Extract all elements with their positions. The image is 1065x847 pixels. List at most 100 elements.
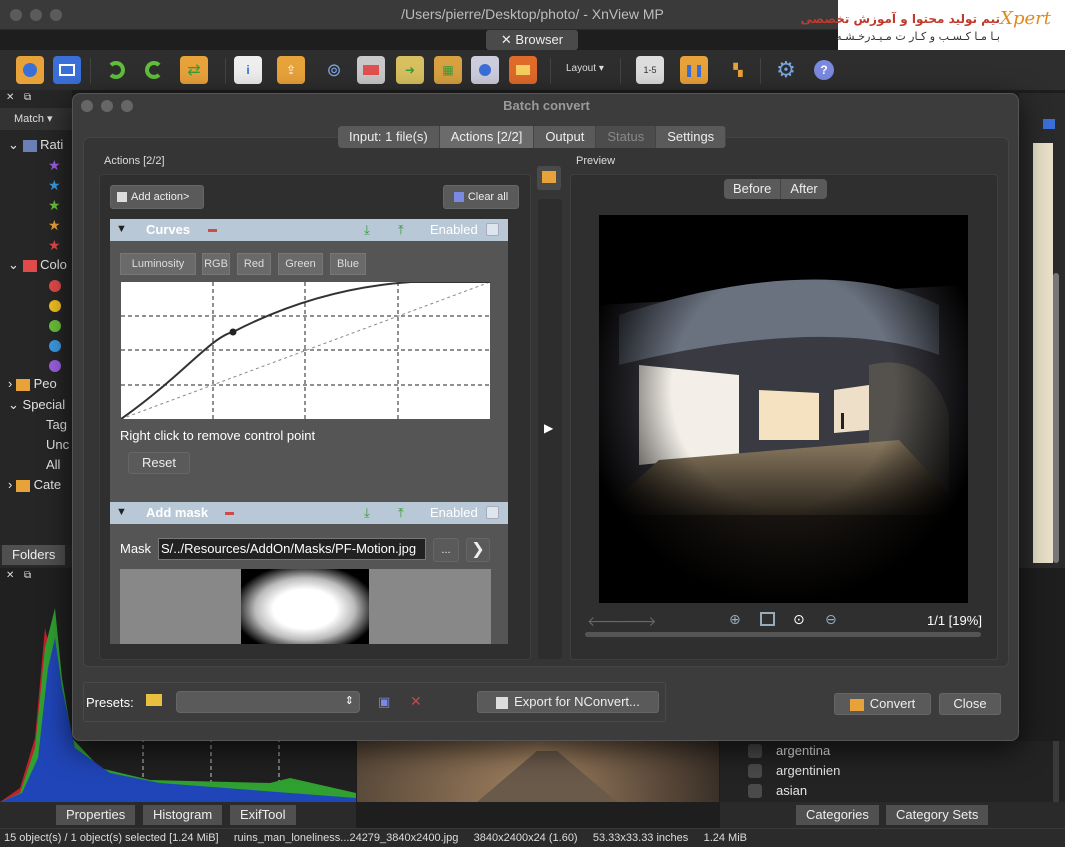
tree-unc[interactable]: Unc — [46, 435, 69, 455]
fit-window-icon[interactable] — [760, 612, 775, 626]
save-preset-icon[interactable]: ▣ — [378, 694, 390, 710]
green-label-icon[interactable] — [49, 320, 61, 332]
tab-categories[interactable]: Categories — [796, 805, 879, 825]
export-nconvert-button[interactable]: Export for NConvert... — [477, 691, 659, 713]
thumbnail-preview[interactable] — [357, 741, 719, 802]
help-icon[interactable]: ? — [810, 56, 838, 84]
mask-browse-button[interactable]: ... — [433, 538, 459, 562]
collapse-icon[interactable]: ▼ — [116, 506, 127, 518]
tab-properties[interactable]: Properties — [56, 805, 136, 825]
channel-red-button[interactable]: Red — [237, 253, 271, 275]
slideshow-icon[interactable] — [509, 56, 537, 84]
browse-icon[interactable] — [16, 56, 44, 84]
transform-icon[interactable]: ⇄ — [180, 56, 208, 84]
remove-action-icon[interactable] — [225, 512, 234, 515]
category-checkbox[interactable] — [748, 744, 762, 758]
find-binoculars-icon[interactable]: ⊚ — [320, 56, 348, 84]
tab-histogram[interactable]: Histogram — [143, 805, 223, 825]
tree-ratings[interactable]: ⌄ Rati — [8, 135, 63, 155]
mask-action-header[interactable]: ▼ Add mask ⤓ ⤒ Enabled — [110, 502, 508, 524]
tree-all[interactable]: All — [46, 455, 60, 475]
delete-preset-icon[interactable]: ✕ — [410, 693, 422, 710]
curve-control-point[interactable] — [229, 328, 237, 336]
next-arrow-icon[interactable]: 🡒 — [619, 613, 657, 630]
move-down-icon[interactable]: ⤓ — [364, 222, 370, 238]
collapse-icon[interactable]: ▼ — [116, 223, 127, 235]
before-button[interactable]: Before — [724, 179, 782, 199]
tab-actions[interactable]: Actions [2/2] — [439, 126, 535, 148]
tree-special[interactable]: ⌄ Special — [8, 395, 65, 415]
channel-green-button[interactable]: Green — [278, 253, 323, 275]
tab-folders[interactable]: Folders — [2, 545, 66, 565]
scrollbar[interactable] — [1053, 273, 1059, 563]
scrollbar[interactable] — [1053, 741, 1059, 802]
tab-category-sets[interactable]: Category Sets — [886, 805, 989, 825]
export-icon[interactable]: ⇪ — [277, 56, 305, 84]
zoom-out-icon[interactable]: ⊖ — [825, 611, 837, 628]
star-green-icon[interactable]: ★ — [48, 197, 61, 214]
rotate-left-icon[interactable] — [102, 56, 130, 84]
folder-icon[interactable] — [146, 694, 162, 706]
curve-editor[interactable] — [120, 281, 491, 420]
add-action-button[interactable]: Add action> — [110, 185, 204, 209]
red-label-icon[interactable] — [49, 280, 61, 292]
move-up-icon[interactable]: ⤒ — [398, 222, 404, 238]
move-to-icon[interactable]: ➜ — [396, 56, 424, 84]
channel-blue-button[interactable]: Blue — [330, 253, 366, 275]
convert-button[interactable]: Convert — [834, 693, 931, 715]
close-button[interactable]: Close — [939, 693, 1001, 715]
close-panel-icon[interactable]: ✕ — [6, 570, 14, 581]
channel-rgb-button[interactable]: RGB — [202, 253, 230, 275]
capture-icon[interactable] — [471, 56, 499, 84]
move-down-icon[interactable]: ⤓ — [364, 505, 370, 521]
curves-reset-button[interactable]: Reset — [128, 452, 190, 474]
batch-convert-icon[interactable]: ▦ — [434, 56, 462, 84]
clear-all-button[interactable]: Clear all — [443, 185, 519, 209]
preset-select[interactable]: ⇕ — [176, 691, 360, 713]
close-panel-icon[interactable]: ✕ — [6, 92, 14, 103]
tree-categories[interactable]: › Cate — [8, 475, 61, 495]
preview-scrollbar[interactable] — [585, 632, 981, 637]
bookmark-icon[interactable]: ❚❚ — [680, 56, 708, 84]
float-panel-icon[interactable]: ⧉ — [24, 92, 31, 103]
star-orange-icon[interactable]: ★ — [48, 217, 61, 234]
star-red-icon[interactable]: ★ — [48, 237, 61, 254]
tab-input[interactable]: Input: 1 file(s) — [338, 126, 440, 148]
preview-toggle-icon[interactable] — [537, 166, 561, 190]
move-up-icon[interactable]: ⤒ — [398, 505, 404, 521]
yellow-label-icon[interactable] — [49, 300, 61, 312]
after-button[interactable]: After — [781, 179, 827, 199]
curves-action-header[interactable]: ▼ Curves ⤓ ⤒ Enabled — [110, 219, 508, 241]
category-checkbox[interactable] — [748, 764, 762, 778]
channel-luminosity-button[interactable]: Luminosity — [120, 253, 196, 275]
tab-exiftool[interactable]: ExifTool — [230, 805, 296, 825]
tree-colors[interactable]: ⌄ Colo — [8, 255, 67, 275]
settings-gear-icon[interactable]: ⚙ — [772, 56, 800, 84]
fullscreen-icon[interactable] — [53, 56, 81, 84]
close-tab-icon[interactable]: ✕ — [501, 32, 516, 47]
browser-tab[interactable]: ✕ Browser — [486, 30, 578, 50]
rotate-right-icon[interactable] — [140, 56, 168, 84]
zoom-in-icon[interactable]: ⊕ — [729, 611, 741, 628]
tree-tag[interactable]: Tag — [46, 415, 67, 435]
mask-enabled-checkbox[interactable] — [486, 506, 499, 519]
category-checkbox[interactable] — [748, 784, 762, 798]
sort-icon[interactable]: 1-5 — [636, 56, 664, 84]
info-icon[interactable]: i — [234, 56, 262, 84]
curves-enabled-checkbox[interactable] — [486, 223, 499, 236]
purple-label-icon[interactable] — [49, 360, 61, 372]
layout-menu[interactable]: Layout ▾ — [566, 63, 604, 74]
mask-path-input[interactable]: S/../Resources/AddOn/Masks/PF-Motion.jpg — [158, 538, 426, 560]
zoom-actual-icon[interactable]: ⊙ — [793, 611, 805, 628]
star-blue-icon[interactable]: ★ — [48, 177, 61, 194]
tab-settings[interactable]: Settings — [656, 126, 727, 148]
filter-icon[interactable]: ▚ — [724, 56, 752, 84]
star-purple-icon[interactable]: ★ — [48, 157, 61, 174]
blue-label-icon[interactable] — [49, 340, 61, 352]
mask-next-icon[interactable]: ❯ — [466, 538, 490, 562]
tree-people[interactable]: › Peo — [8, 374, 57, 394]
print-icon[interactable] — [357, 56, 385, 84]
tab-output[interactable]: Output — [534, 126, 597, 148]
match-dropdown[interactable]: Match ▾ — [14, 112, 53, 125]
float-panel-icon[interactable]: ⧉ — [24, 570, 31, 581]
